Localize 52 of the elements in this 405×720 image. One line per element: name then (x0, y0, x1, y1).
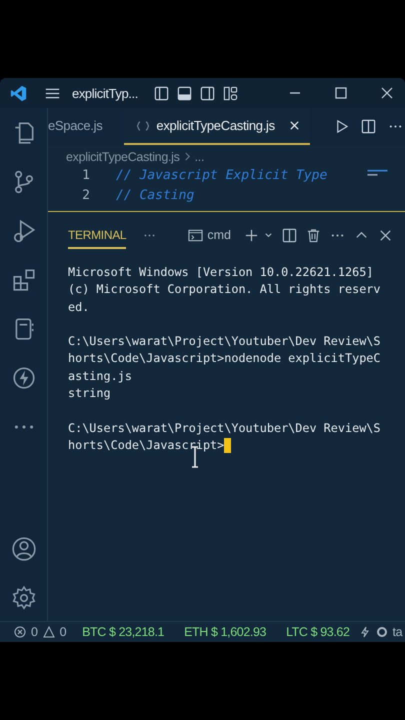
code-comment: // Casting (116, 188, 194, 202)
terminal-line: asting.js (68, 368, 132, 385)
secondary-sidebar-icon[interactable] (200, 86, 215, 100)
js-file-icon (136, 120, 150, 130)
editor-tab[interactable]: explicitTypeCasting.js (124, 108, 310, 145)
layout-icon[interactable] (222, 86, 238, 100)
line-number: 1 (81, 168, 90, 182)
maximize-icon[interactable] (333, 85, 349, 101)
app-logo-icon (10, 84, 27, 102)
chevron-down-icon[interactable] (264, 230, 273, 240)
terminal-line: ed. (68, 298, 90, 316)
split-terminal-icon[interactable] (282, 228, 297, 242)
terminal-line: Microsoft Windows [Version 10.0.22621.1265] (68, 264, 374, 281)
error-count[interactable]: 0 (31, 625, 38, 639)
terminal-line: string (68, 385, 111, 402)
warning-icon[interactable] (42, 626, 55, 638)
sidebar-toggle-icon[interactable] (154, 86, 169, 100)
circle-icon (376, 626, 388, 638)
close-panel-icon[interactable] (378, 228, 393, 242)
breadcrumb-file[interactable]: explicitTypeCasting.js (66, 150, 180, 164)
terminal-line: C:\Users\warat\Project\Youtuber\Dev Review\S (68, 420, 381, 437)
panel-toggle-icon[interactable] (176, 86, 192, 100)
lightning-icon[interactable] (358, 626, 371, 638)
breadcrumb-more[interactable]: ... (194, 150, 204, 164)
terminal-icon (188, 228, 204, 242)
menu-icon[interactable] (45, 86, 60, 100)
code-comment: // Javascript Explicit Type (116, 168, 328, 182)
error-icon[interactable] (14, 626, 26, 638)
account-icon[interactable] (10, 536, 36, 562)
add-icon[interactable] (244, 228, 259, 242)
split-editor-icon[interactable] (360, 119, 376, 134)
lightning-icon[interactable] (10, 365, 36, 391)
warning-count[interactable]: 0 (60, 625, 66, 639)
terminal-tab[interactable]: TERMINAL (68, 222, 126, 248)
line-number: 2 (81, 188, 90, 202)
crypto-price: ETH $ 1,602.93 (184, 625, 266, 639)
terminal-line: horts\Code\Javascript>nodenode explicitTypeC (68, 350, 381, 368)
trash-icon[interactable] (306, 228, 321, 242)
editor-tab[interactable]: eSpace.js (48, 108, 112, 145)
settings-icon[interactable] (10, 585, 36, 611)
status-item[interactable]: ta (392, 625, 402, 639)
close-icon[interactable] (379, 85, 395, 101)
chevron-right-icon (184, 152, 191, 161)
terminal-line: (c) Microsoft Corporation. All rights reserv (68, 281, 381, 298)
crypto-price: BTC $ 23,218.1 (82, 625, 164, 639)
shell-name[interactable]: cmd (207, 228, 231, 242)
crypto-price: LTC $ 93.62 (286, 625, 350, 639)
terminal-line: C:\Users\warat\Project\Youtuber\Dev Review\S (68, 333, 381, 350)
window-title: explicitTyp... (72, 86, 138, 100)
extensions-icon[interactable] (10, 267, 36, 293)
close-tab-icon[interactable] (288, 120, 300, 131)
terminal-line: horts\Code\Javascript> (68, 436, 224, 454)
